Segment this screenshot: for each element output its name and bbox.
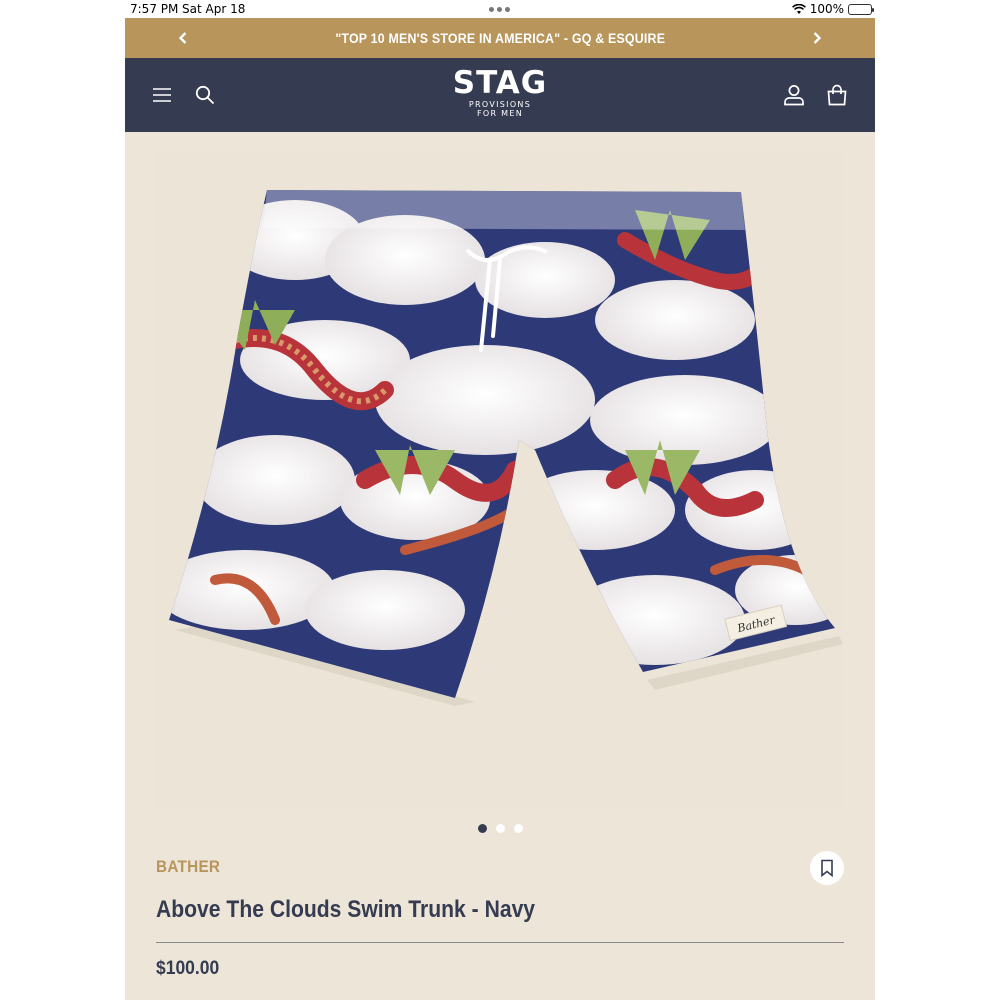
gallery-dot-1[interactable] <box>477 824 487 833</box>
battery-percent: 100% <box>809 2 844 16</box>
site-header: STAG PROVISIONS FOR MEN <box>125 58 875 132</box>
logo-wordmark: STAG <box>452 65 548 101</box>
promo-prev-button[interactable] <box>163 18 203 58</box>
product-image[interactable]: Bather <box>155 150 843 810</box>
product-image-gallery[interactable]: Bather <box>155 150 843 810</box>
promo-bar: "TOP 10 MEN'S STORE IN AMERICA" - GQ & E… <box>125 18 875 58</box>
multitasking-dots[interactable] <box>489 7 510 12</box>
account-icon <box>784 85 804 106</box>
bag-icon <box>827 84 847 106</box>
wifi-icon <box>791 3 806 14</box>
logo-tagline-2: FOR MEN <box>476 109 524 118</box>
product-price: $100.00 <box>156 958 220 979</box>
status-bar: 7:57 PM Sat Apr 18 100% <box>0 0 1000 18</box>
battery-icon <box>848 3 874 15</box>
menu-icon <box>153 88 171 102</box>
chevron-left-icon <box>178 32 187 44</box>
status-time: 7:57 PM <box>130 2 179 16</box>
cart-button[interactable] <box>822 80 852 110</box>
app-screen: "TOP 10 MEN'S STORE IN AMERICA" - GQ & E… <box>125 18 875 1000</box>
product-title: Above The Clouds Swim Trunk - Navy <box>156 896 536 923</box>
account-button[interactable] <box>779 80 809 110</box>
promo-next-button[interactable] <box>797 18 837 58</box>
save-to-wishlist-button[interactable] <box>810 851 844 885</box>
status-date: Sat Apr 18 <box>182 2 246 16</box>
gallery-dot-3[interactable] <box>513 824 523 833</box>
bookmark-icon <box>821 859 833 877</box>
gallery-dot-2[interactable] <box>495 824 505 833</box>
logo-tagline-1: PROVISIONS <box>468 100 532 109</box>
search-button[interactable] <box>190 80 220 110</box>
status-right: 100% <box>791 2 874 16</box>
gallery-pagination <box>125 824 875 833</box>
product-brand[interactable]: BATHER <box>156 857 220 877</box>
menu-button[interactable] <box>147 80 177 110</box>
site-logo[interactable]: STAG PROVISIONS FOR MEN <box>453 66 548 118</box>
promo-message: "TOP 10 MEN'S STORE IN AMERICA" - GQ & E… <box>335 30 665 46</box>
divider <box>156 942 844 943</box>
search-icon <box>195 85 215 105</box>
chevron-right-icon <box>813 32 822 44</box>
